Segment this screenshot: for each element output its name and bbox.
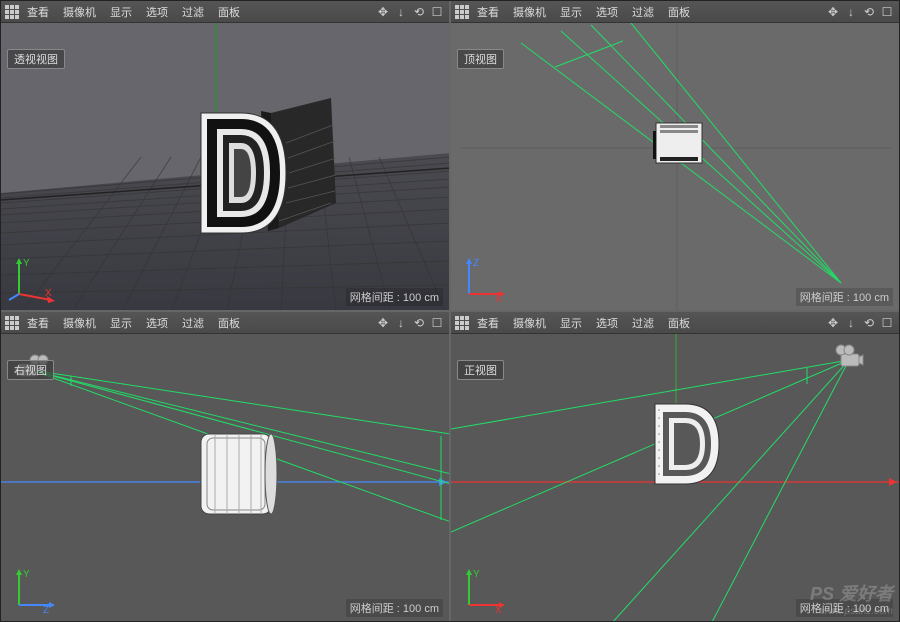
- down-icon[interactable]: ↓: [393, 4, 409, 20]
- menu-filter[interactable]: 过滤: [626, 2, 660, 22]
- menu-filter[interactable]: 过滤: [176, 2, 210, 22]
- restore-icon[interactable]: ⟲: [411, 4, 427, 20]
- front-content: [451, 334, 899, 621]
- menu-view[interactable]: 查看: [21, 2, 55, 22]
- viewport-top[interactable]: 顶视图 Z: [451, 23, 899, 310]
- grid-info: 网格间距 : 100 cm: [796, 599, 893, 617]
- menu-view[interactable]: 查看: [471, 2, 505, 22]
- maximize-icon[interactable]: ☐: [429, 315, 445, 331]
- perspective-grid: [1, 23, 449, 310]
- menubar: 查看 摄像机 显示 选项 过滤 面板 ✥ ↓ ⟲ ☐: [451, 1, 899, 23]
- maximize-icon[interactable]: ☐: [879, 4, 895, 20]
- pane-right: 查看 摄像机 显示 选项 过滤 面板 ✥ ↓ ⟲ ☐ 右视图: [1, 312, 449, 621]
- menubar: 查看 摄像机 显示 选项 过滤 面板 ✥ ↓ ⟲ ☐: [1, 1, 449, 23]
- pane-perspective: 查看 摄像机 显示 选项 过滤 面板 ✥ ↓ ⟲ ☐ 透视视图: [1, 1, 449, 310]
- restore-icon[interactable]: ⟲: [861, 315, 877, 331]
- axis-gizmo: Y Z: [7, 565, 57, 615]
- menu-camera[interactable]: 摄像机: [57, 313, 102, 333]
- menu-camera[interactable]: 摄像机: [507, 2, 552, 22]
- menu-display[interactable]: 显示: [554, 313, 588, 333]
- top-content: [451, 23, 899, 310]
- right-content: [1, 334, 449, 621]
- menu-options[interactable]: 选项: [590, 2, 624, 22]
- axis-gizmo: Y X: [457, 565, 507, 615]
- menubar: 查看 摄像机 显示 选项 过滤 面板 ✥ ↓ ⟲ ☐: [1, 312, 449, 334]
- camera-icon: [836, 345, 863, 366]
- menu-filter[interactable]: 过滤: [626, 313, 660, 333]
- menu-view[interactable]: 查看: [471, 313, 505, 333]
- view-label: 顶视图: [457, 49, 504, 69]
- menu-options[interactable]: 选项: [140, 313, 174, 333]
- grid-menu-icon[interactable]: [5, 5, 19, 19]
- grid-info: 网格间距 : 100 cm: [796, 288, 893, 306]
- down-icon[interactable]: ↓: [393, 315, 409, 331]
- menubar: 查看 摄像机 显示 选项 过滤 面板 ✥ ↓ ⟲ ☐: [451, 312, 899, 334]
- menu-panel[interactable]: 面板: [662, 313, 696, 333]
- grid-info: 网格间距 : 100 cm: [346, 599, 443, 617]
- svg-text:Z: Z: [473, 258, 479, 269]
- move-icon[interactable]: ✥: [825, 4, 841, 20]
- restore-icon[interactable]: ⟲: [411, 315, 427, 331]
- view-label: 正视图: [457, 360, 504, 380]
- viewport-right[interactable]: 右视图: [1, 334, 449, 621]
- view-label: 透视视图: [7, 49, 65, 69]
- pane-top: 查看 摄像机 显示 选项 过滤 面板 ✥ ↓ ⟲ ☐ 顶视图: [451, 1, 899, 310]
- move-icon[interactable]: ✥: [375, 315, 391, 331]
- svg-text:Z: Z: [43, 605, 49, 615]
- down-icon[interactable]: ↓: [843, 315, 859, 331]
- svg-text:X: X: [495, 294, 502, 304]
- menu-display[interactable]: 显示: [554, 2, 588, 22]
- menu-panel[interactable]: 面板: [662, 2, 696, 22]
- axis-gizmo: Z X: [457, 254, 507, 304]
- menu-panel[interactable]: 面板: [212, 313, 246, 333]
- move-icon[interactable]: ✥: [375, 4, 391, 20]
- svg-text:Y: Y: [23, 258, 30, 269]
- grid-menu-icon[interactable]: [455, 316, 469, 330]
- menu-display[interactable]: 显示: [104, 2, 138, 22]
- svg-text:Y: Y: [473, 569, 480, 580]
- viewport-front[interactable]: 正视图: [451, 334, 899, 621]
- down-icon[interactable]: ↓: [843, 4, 859, 20]
- svg-text:X: X: [495, 605, 502, 615]
- menu-view[interactable]: 查看: [21, 313, 55, 333]
- menu-filter[interactable]: 过滤: [176, 313, 210, 333]
- menu-display[interactable]: 显示: [104, 313, 138, 333]
- menu-options[interactable]: 选项: [140, 2, 174, 22]
- move-icon[interactable]: ✥: [825, 315, 841, 331]
- grid-info: 网格间距 : 100 cm: [346, 288, 443, 306]
- menu-panel[interactable]: 面板: [212, 2, 246, 22]
- menu-camera[interactable]: 摄像机: [507, 313, 552, 333]
- view-label: 右视图: [7, 360, 54, 380]
- maximize-icon[interactable]: ☐: [879, 315, 895, 331]
- svg-text:Y: Y: [23, 569, 30, 580]
- object-d-front: [655, 404, 719, 484]
- svg-text:X: X: [45, 288, 52, 299]
- maximize-icon[interactable]: ☐: [429, 4, 445, 20]
- menu-options[interactable]: 选项: [590, 313, 624, 333]
- grid-menu-icon[interactable]: [5, 316, 19, 330]
- grid-menu-icon[interactable]: [455, 5, 469, 19]
- axis-gizmo: Y X: [7, 254, 57, 304]
- pane-front: 查看 摄像机 显示 选项 过滤 面板 ✥ ↓ ⟲ ☐ 正视图: [451, 312, 899, 621]
- menu-camera[interactable]: 摄像机: [57, 2, 102, 22]
- restore-icon[interactable]: ⟲: [861, 4, 877, 20]
- viewport-perspective[interactable]: 透视视图: [1, 23, 449, 310]
